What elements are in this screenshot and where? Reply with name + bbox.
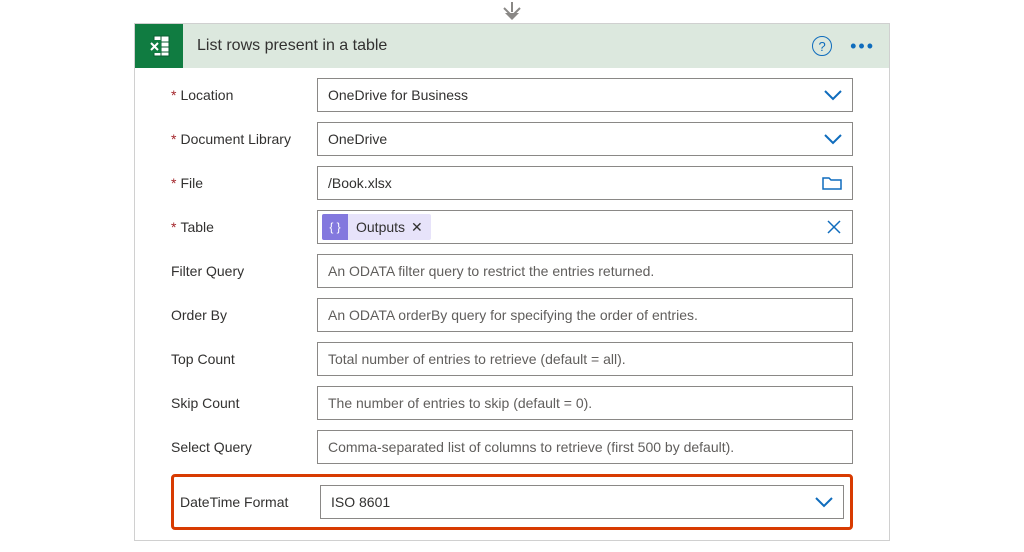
row-select: Select Query Comma-separated list of col… <box>171 430 853 464</box>
datetime-dropdown[interactable]: ISO 8601 <box>320 485 844 519</box>
label-datetime: DateTime Format <box>180 494 320 510</box>
row-top: Top Count Total number of entries to ret… <box>171 342 853 376</box>
chevron-down-icon <box>824 89 842 101</box>
label-library: * Document Library <box>171 131 317 147</box>
row-table: * Table { } Outputs ✕ <box>171 210 853 244</box>
label-orderby: Order By <box>171 307 317 323</box>
row-file: * File /Book.xlsx <box>171 166 853 200</box>
filter-input[interactable]: An ODATA filter query to restrict the en… <box>317 254 853 288</box>
label-select: Select Query <box>171 439 317 455</box>
required-marker: * <box>171 87 176 103</box>
orderby-input[interactable]: An ODATA orderBy query for specifying th… <box>317 298 853 332</box>
row-skip: Skip Count The number of entries to skip… <box>171 386 853 420</box>
label-filter: Filter Query <box>171 263 317 279</box>
label-file: * File <box>171 175 317 191</box>
file-input[interactable]: /Book.xlsx <box>317 166 853 200</box>
required-marker: * <box>171 175 176 191</box>
chevron-down-icon <box>815 496 833 508</box>
skip-input[interactable]: The number of entries to skip (default =… <box>317 386 853 420</box>
clear-icon[interactable] <box>826 219 842 235</box>
select-input[interactable]: Comma-separated list of columns to retri… <box>317 430 853 464</box>
more-icon[interactable]: ••• <box>850 41 875 51</box>
dynamic-content-token[interactable]: { } Outputs ✕ <box>322 214 431 240</box>
row-filter: Filter Query An ODATA filter query to re… <box>171 254 853 288</box>
fx-icon: { } <box>322 214 348 240</box>
card-header[interactable]: List rows present in a table ? ••• <box>135 24 889 68</box>
library-dropdown[interactable]: OneDrive <box>317 122 853 156</box>
label-top: Top Count <box>171 351 317 367</box>
label-location: * Location <box>171 87 317 103</box>
excel-icon <box>135 24 183 68</box>
top-input[interactable]: Total number of entries to retrieve (def… <box>317 342 853 376</box>
table-dropdown[interactable]: { } Outputs ✕ <box>317 210 853 244</box>
flow-arrow-down-icon <box>0 0 1024 23</box>
row-location: * Location OneDrive for Business <box>171 78 853 112</box>
location-dropdown[interactable]: OneDrive for Business <box>317 78 853 112</box>
label-skip: Skip Count <box>171 395 317 411</box>
folder-icon[interactable] <box>822 175 842 191</box>
chevron-down-icon <box>824 133 842 145</box>
action-card: List rows present in a table ? ••• * Loc… <box>134 23 890 541</box>
row-datetime-highlight: DateTime Format ISO 8601 <box>171 474 853 530</box>
row-orderby: Order By An ODATA orderBy query for spec… <box>171 298 853 332</box>
required-marker: * <box>171 219 176 235</box>
required-marker: * <box>171 131 176 147</box>
card-title: List rows present in a table <box>183 37 812 55</box>
card-body: * Location OneDrive for Business * Docum… <box>135 68 889 540</box>
label-table: * Table <box>171 219 317 235</box>
token-remove-icon[interactable]: ✕ <box>409 219 423 236</box>
token-container: { } Outputs ✕ <box>322 214 826 240</box>
card-header-actions: ? ••• <box>812 36 889 56</box>
help-icon[interactable]: ? <box>812 36 832 56</box>
row-library: * Document Library OneDrive <box>171 122 853 156</box>
